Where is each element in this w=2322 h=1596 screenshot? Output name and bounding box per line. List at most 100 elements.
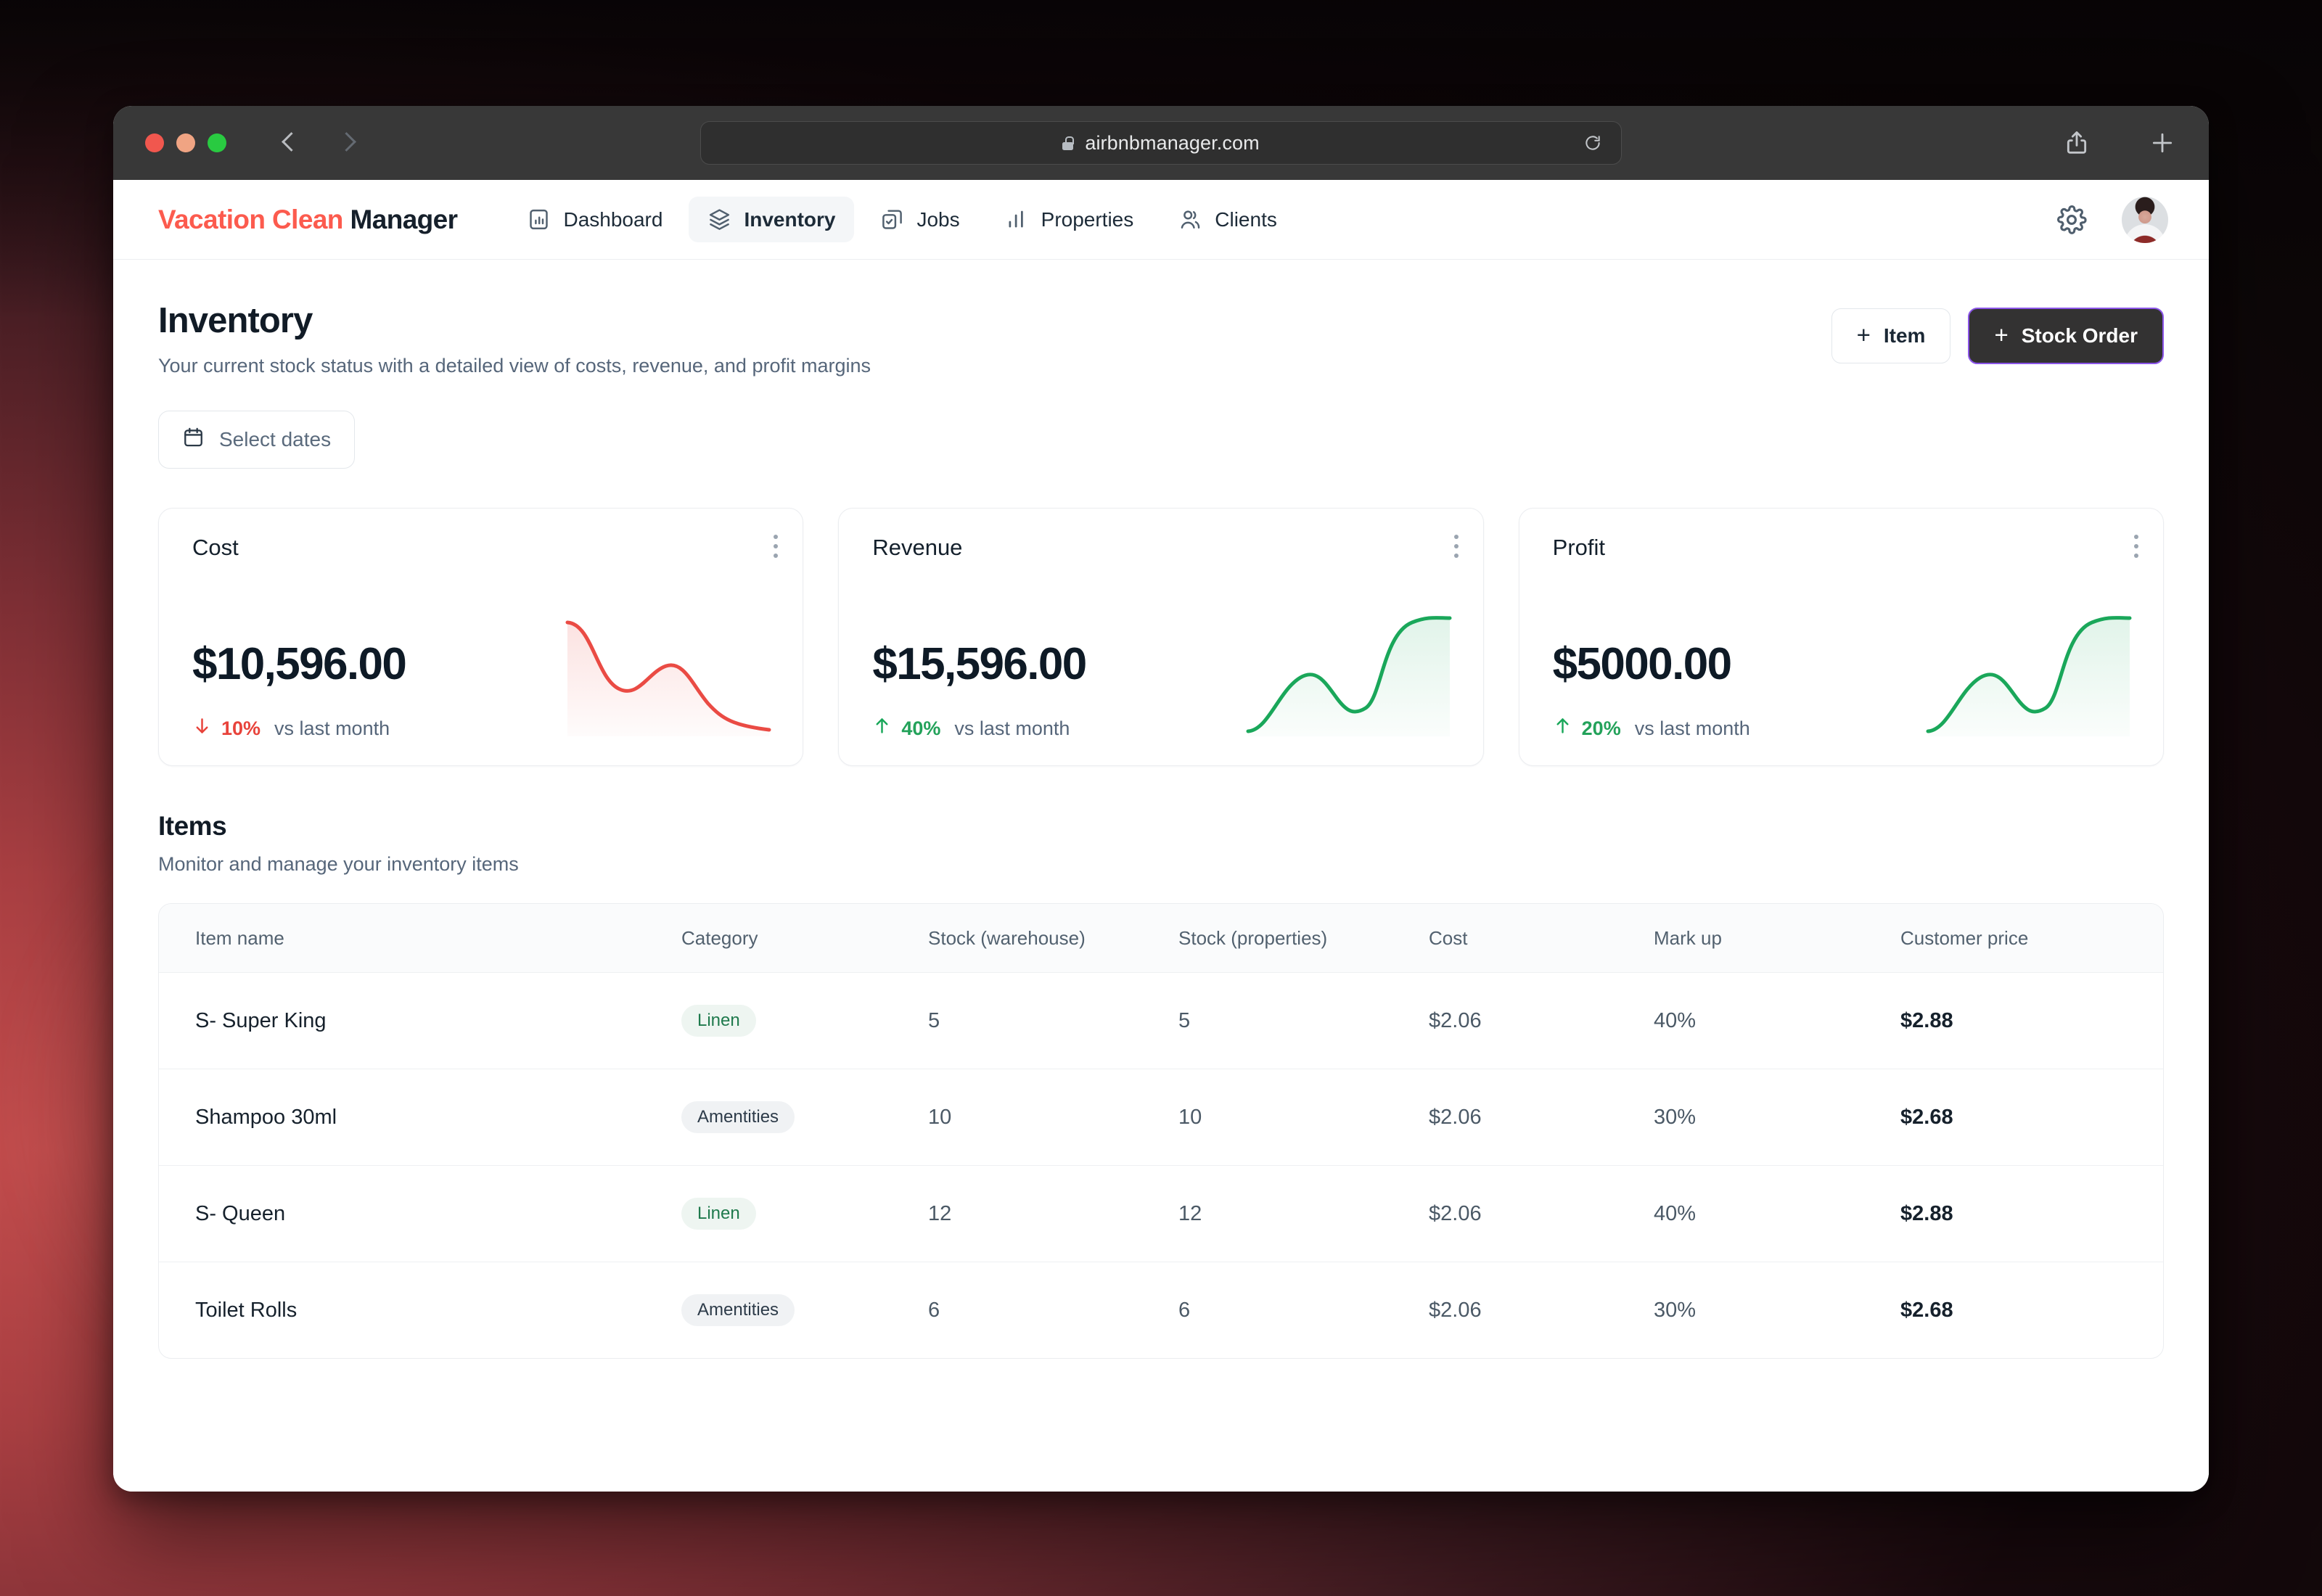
cell-stock-warehouse: 12	[928, 1165, 1178, 1262]
cell-stock-warehouse: 5	[928, 972, 1178, 1069]
items-table: Item name Category Stock (warehouse) Sto…	[158, 903, 2164, 1359]
nav-item-clients[interactable]: Clients	[1160, 197, 1296, 242]
table-row[interactable]: Toilet Rolls Amentities 6 6 $2.06 30% $2…	[159, 1262, 2163, 1359]
stat-card-revenue: Revenue $15,596.00 40% vs last month	[838, 508, 1484, 766]
table-row[interactable]: S- Queen Linen 12 12 $2.06 40% $2.88	[159, 1165, 2163, 1262]
cell-cost: $2.06	[1429, 1298, 1482, 1322]
column-header-item-name[interactable]: Item name	[159, 904, 681, 973]
cell-stock-warehouse: 10	[928, 1069, 1178, 1166]
arrow-down-icon	[192, 716, 212, 741]
address-bar[interactable]: airbnbmanager.com	[700, 121, 1622, 165]
nav-item-inventory[interactable]: Inventory	[689, 197, 855, 242]
select-dates-label: Select dates	[219, 428, 332, 451]
cell-markup: 40%	[1654, 1165, 1900, 1262]
nav-label-inventory: Inventory	[744, 207, 836, 231]
close-window-button[interactable]	[145, 133, 164, 152]
column-header-customer-price[interactable]: Customer price	[1900, 904, 2163, 973]
stats-cards: Cost $10,596.00 10% vs last month Revenu…	[158, 508, 2164, 766]
stat-delta-note: vs last month	[1634, 717, 1750, 739]
cell-customer-price: $2.68	[1900, 1069, 2163, 1166]
arrow-up-icon	[872, 716, 892, 741]
nav-item-properties[interactable]: Properties	[986, 197, 1153, 242]
cell-category: Linen	[681, 972, 928, 1069]
cell-stock-properties: 10	[1178, 1069, 1429, 1166]
nav-label-properties: Properties	[1041, 207, 1134, 231]
new-tab-plus-icon[interactable]	[2148, 128, 2177, 157]
cell-customer-price: $2.68	[1900, 1298, 1953, 1322]
column-header-stock-warehouse[interactable]: Stock (warehouse)	[928, 904, 1178, 973]
select-dates-button[interactable]: Select dates	[158, 411, 356, 469]
gear-icon[interactable]	[2056, 205, 2087, 235]
cell-stock-warehouse: 6	[928, 1298, 940, 1322]
page-content: Inventory Your current stock status with…	[113, 260, 2209, 1492]
cell-stock-properties: 6	[1178, 1298, 1191, 1322]
page-title: Inventory	[158, 301, 313, 340]
add-item-button[interactable]: + Item	[1831, 308, 1951, 363]
stat-card-cost: Cost $10,596.00 10% vs last month	[158, 508, 804, 766]
sparkline-cost	[563, 609, 774, 736]
nav-label-dashboard: Dashboard	[563, 207, 663, 231]
stat-delta-value: 10%	[221, 717, 261, 739]
chevron-right-icon[interactable]	[338, 132, 360, 154]
app-logo[interactable]: Vacation Clean Manager	[158, 204, 459, 235]
chevron-left-icon[interactable]	[279, 132, 300, 154]
maximize-window-button[interactable]	[208, 133, 226, 152]
page-actions: + Item + Stock Order	[1831, 300, 2164, 364]
window-traffic-lights[interactable]	[145, 133, 226, 152]
browser-toolbar: airbnbmanager.com	[113, 106, 2209, 180]
logo-dark-text: Manager	[350, 204, 459, 234]
stat-delta-note: vs last month	[274, 717, 390, 739]
items-section-header: Items Monitor and manage your inventory …	[158, 811, 2164, 876]
table-header-row: Item name Category Stock (warehouse) Sto…	[159, 904, 2163, 973]
cell-markup: 30%	[1654, 1069, 1900, 1166]
column-header-markup[interactable]: Mark up	[1654, 904, 1900, 973]
nav-label-clients: Clients	[1215, 207, 1277, 231]
stat-delta-note: vs last month	[954, 717, 1070, 739]
items-subtitle: Monitor and manage your inventory items	[158, 853, 519, 875]
stat-value: $5000.00	[1552, 639, 1732, 689]
cell-item-name: S- Queen	[159, 1165, 681, 1262]
stat-card-profit: Profit $5000.00 20% vs last month	[1518, 508, 2164, 766]
cell-cost: $2.06	[1429, 1069, 1654, 1166]
stat-delta: 20% vs last month	[1553, 716, 1750, 741]
avatar[interactable]	[2122, 196, 2168, 243]
status-badge: Linen	[681, 1198, 756, 1230]
stat-delta: 40% vs last month	[872, 716, 1086, 741]
card-menu-icon[interactable]	[2133, 535, 2138, 558]
minimize-window-button[interactable]	[176, 133, 195, 152]
browser-toolbar-right	[2062, 128, 2177, 157]
main-navigation: Dashboard Inventory Jobs Properties Clie…	[508, 197, 1295, 242]
nav-item-dashboard[interactable]: Dashboard	[508, 197, 681, 242]
plus-icon: +	[1856, 321, 1871, 348]
stat-delta: 10% vs last month	[192, 716, 406, 741]
column-header-cost[interactable]: Cost	[1429, 904, 1654, 973]
nav-label-jobs: Jobs	[916, 207, 960, 231]
browser-navigation[interactable]	[279, 132, 360, 154]
users-icon	[1178, 207, 1202, 231]
app-header: Vacation Clean Manager Dashboard Invento…	[113, 180, 2209, 260]
tasks-icon	[880, 207, 904, 231]
table-row[interactable]: S- Super King Linen 5 5 $2.06 40% $2.88	[159, 972, 2163, 1069]
cell-cost: $2.06	[1429, 1165, 1654, 1262]
stat-title: Profit	[1552, 535, 1606, 560]
table-row[interactable]: Shampoo 30ml Amentities 10 10 $2.06 30% …	[159, 1069, 2163, 1166]
add-stock-order-button[interactable]: + Stock Order	[1968, 308, 2164, 364]
page-header: Inventory Your current stock status with…	[158, 300, 2164, 377]
cell-category: Linen	[681, 1165, 928, 1262]
reload-icon[interactable]	[1583, 133, 1602, 152]
nav-item-jobs[interactable]: Jobs	[861, 197, 978, 242]
add-stock-order-label: Stock Order	[2021, 324, 2138, 347]
card-menu-icon[interactable]	[774, 535, 779, 558]
browser-window: airbnbmanager.com Vacation Clean Manager…	[113, 106, 2209, 1492]
column-header-stock-properties[interactable]: Stock (properties)	[1178, 904, 1429, 973]
column-header-category[interactable]: Category	[681, 904, 928, 973]
share-icon[interactable]	[2062, 128, 2091, 157]
sparkline-revenue	[1244, 609, 1454, 736]
calendar-icon	[182, 426, 205, 453]
cell-stock-properties: 12	[1178, 1165, 1429, 1262]
cell-item-name: Shampoo 30ml	[159, 1069, 681, 1166]
card-menu-icon[interactable]	[1453, 535, 1459, 558]
cell-cost: $2.06	[1429, 972, 1654, 1069]
sparkline-profit	[1924, 609, 2134, 736]
items-title: Items	[158, 811, 227, 841]
